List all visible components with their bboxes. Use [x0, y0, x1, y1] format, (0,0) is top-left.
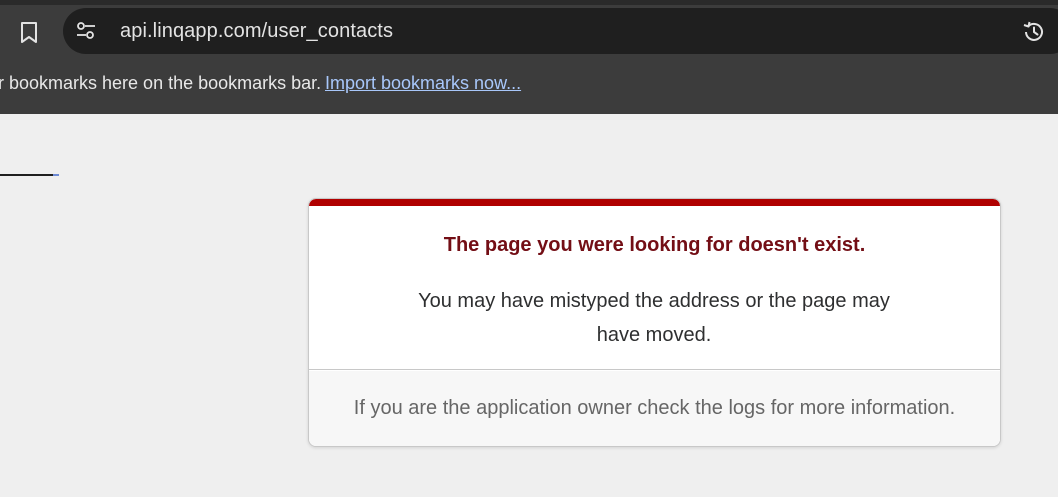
- content-divider: [0, 174, 56, 176]
- browser-toolbar: api.linqapp.com/user_contacts: [0, 0, 1058, 62]
- bookmark-button[interactable]: [14, 18, 44, 48]
- error-message: You may have mistyped the address or the…: [418, 290, 890, 346]
- loading-indicator: [53, 174, 59, 176]
- import-bookmarks-link[interactable]: Import bookmarks now...: [325, 73, 521, 94]
- error-card: The page you were looking for doesn't ex…: [308, 198, 1001, 447]
- error-card-accent-bar: [309, 199, 1000, 206]
- error-title: The page you were looking for doesn't ex…: [443, 234, 866, 256]
- history-icon[interactable]: [1021, 19, 1047, 45]
- bookmarks-bar: r bookmarks here on the bookmarks bar. I…: [0, 62, 1058, 176]
- bookmarks-bar-message: r bookmarks here on the bookmarks bar.: [0, 73, 322, 93]
- error-card-body: The page you were looking for doesn't ex…: [309, 206, 1000, 370]
- tune-icon[interactable]: [75, 20, 97, 42]
- address-bar[interactable]: api.linqapp.com/user_contacts: [63, 8, 1058, 54]
- toolbar-top-strip: [0, 0, 1058, 5]
- bookmark-icon: [21, 22, 37, 43]
- owner-note: If you are the application owner check t…: [353, 397, 956, 419]
- url-text[interactable]: api.linqapp.com/user_contacts: [120, 20, 393, 43]
- error-card-footer: If you are the application owner check t…: [309, 371, 1000, 446]
